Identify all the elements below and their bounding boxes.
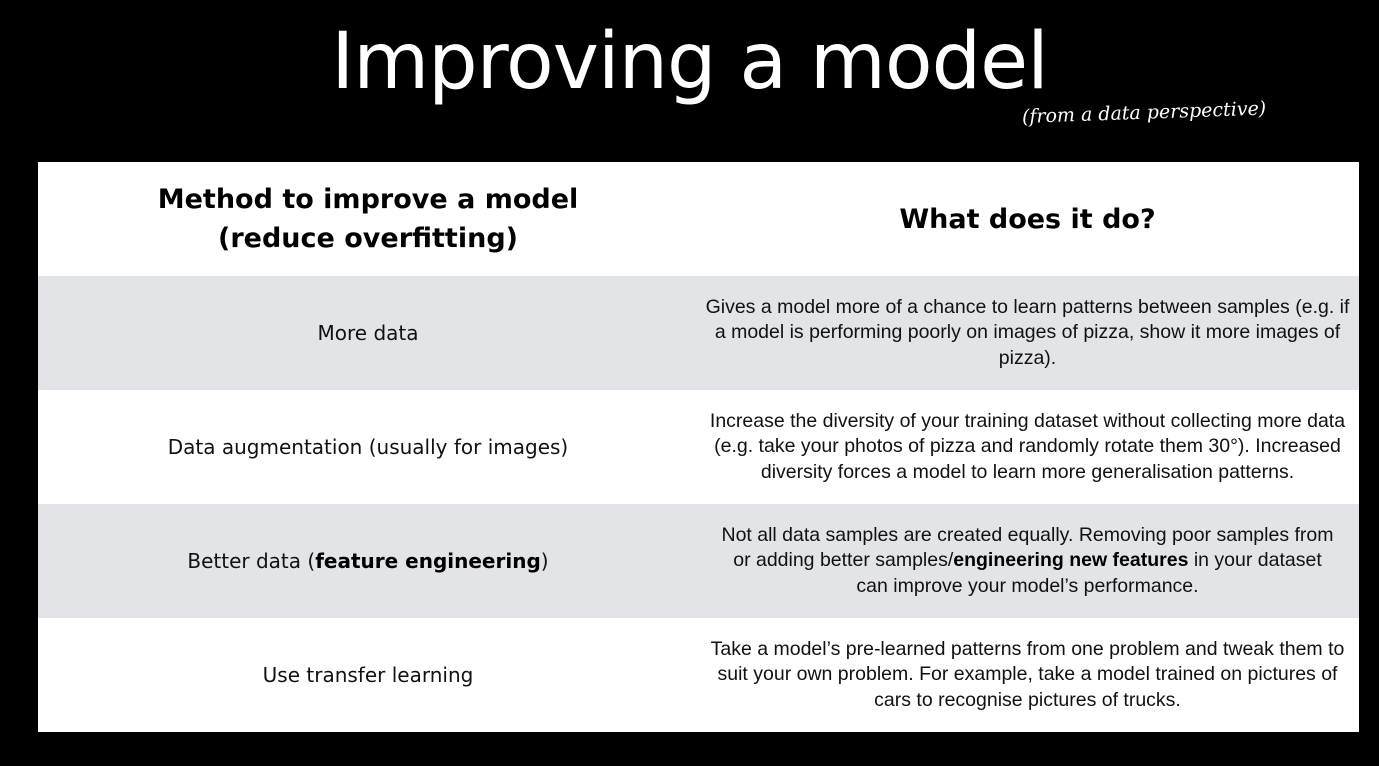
- method-label: Better data (feature engineering): [187, 548, 548, 574]
- table-row: Better data (feature engineering) Not al…: [38, 504, 1359, 618]
- description-text: Not all data samples are created equally…: [718, 523, 1338, 600]
- table-row: More data Gives a model more of a chance…: [38, 276, 1359, 390]
- table-row: Use transfer learning Take a model’s pre…: [38, 618, 1359, 732]
- description-text: Take a model’s pre-learned patterns from…: [710, 637, 1345, 711]
- method-cell: Use transfer learning: [38, 618, 698, 732]
- method-label: Data augmentation (usually for images): [167, 435, 569, 459]
- table-row: Data augmentation (usually for images) I…: [38, 390, 1359, 504]
- description-text: Increase the diversity of your training …: [709, 409, 1346, 483]
- description-cell: Take a model’s pre-learned patterns from…: [698, 618, 1359, 732]
- method-cell: More data: [38, 276, 698, 390]
- header-what-label: What does it do?: [899, 203, 1156, 235]
- method-label: More data: [317, 321, 419, 345]
- method-suffix: ): [540, 549, 549, 573]
- description-bold: engineering new features: [953, 549, 1189, 572]
- method-prefix: Better data (: [187, 549, 316, 573]
- method-cell: Data augmentation (usually for images): [38, 390, 698, 504]
- header-cell-what: What does it do?: [698, 162, 1359, 276]
- description-text: Gives a model more of a chance to learn …: [705, 295, 1350, 369]
- description-cell: Increase the diversity of your training …: [698, 390, 1359, 504]
- method-label: Use transfer learning: [262, 663, 474, 687]
- description-cell: Gives a model more of a chance to learn …: [698, 276, 1359, 390]
- method-bold: feature engineering: [315, 549, 541, 573]
- header-method-label: Method to improve a model (reduce overfi…: [157, 184, 579, 254]
- description-cell: Not all data samples are created equally…: [698, 504, 1359, 618]
- page-title: Improving a model: [331, 17, 1049, 107]
- header-cell-method: Method to improve a model (reduce overfi…: [38, 162, 698, 276]
- table-header-row: Method to improve a model (reduce overfi…: [38, 162, 1359, 276]
- method-cell: Better data (feature engineering): [38, 504, 698, 618]
- methods-table: Method to improve a model (reduce overfi…: [38, 162, 1359, 732]
